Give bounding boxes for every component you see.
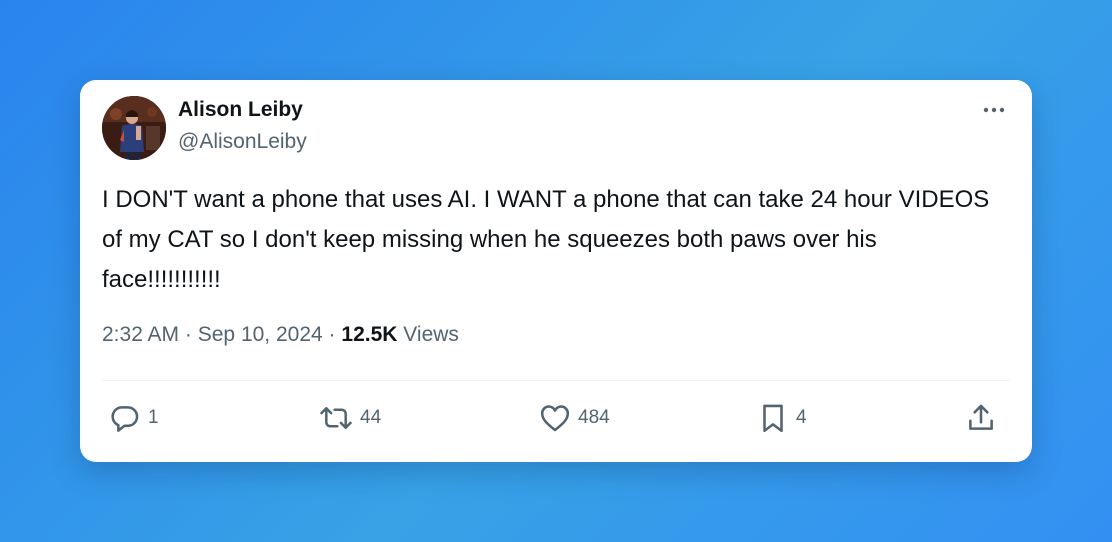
heart-icon	[540, 405, 570, 432]
reply-icon	[111, 406, 139, 432]
repost-count: 44	[360, 407, 382, 428]
meta-separator: ·	[184, 323, 192, 346]
bookmark-count: 4	[796, 407, 807, 428]
repost-icon	[320, 407, 352, 429]
like-button[interactable]: 484	[538, 398, 610, 438]
share-button[interactable]	[964, 398, 998, 438]
tweet-time[interactable]: 2:32 AM	[102, 323, 179, 346]
like-count: 484	[578, 407, 610, 428]
reply-button[interactable]: 1	[108, 398, 159, 438]
avatar-photo	[102, 96, 166, 160]
reply-count: 1	[148, 407, 159, 428]
share-icon	[969, 404, 993, 430]
views-count: 12.5K	[341, 323, 398, 346]
views-label: Views	[403, 323, 459, 346]
more-horizontal-icon	[983, 107, 1005, 113]
meta-separator: ·	[328, 323, 336, 346]
bookmark-button[interactable]: 4	[756, 398, 807, 438]
divider	[102, 380, 1010, 381]
bookmark-icon	[763, 404, 783, 433]
repost-button[interactable]: 44	[318, 398, 381, 438]
more-options-button[interactable]	[982, 100, 1006, 120]
tweet-date[interactable]: Sep 10, 2024	[198, 323, 323, 346]
avatar[interactable]	[102, 96, 166, 160]
author-handle[interactable]: @AlisonLeiby	[178, 130, 307, 154]
tweet-text: I DON'T want a phone that uses AI. I WAN…	[102, 186, 990, 293]
tweet-metadata: 2:32 AM · Sep 10, 2024 · 12.5K Views	[102, 323, 459, 347]
tweet-card: Alison Leiby @AlisonLeiby I DON'T want a…	[80, 80, 1032, 462]
author-display-name[interactable]: Alison Leiby	[178, 98, 303, 122]
